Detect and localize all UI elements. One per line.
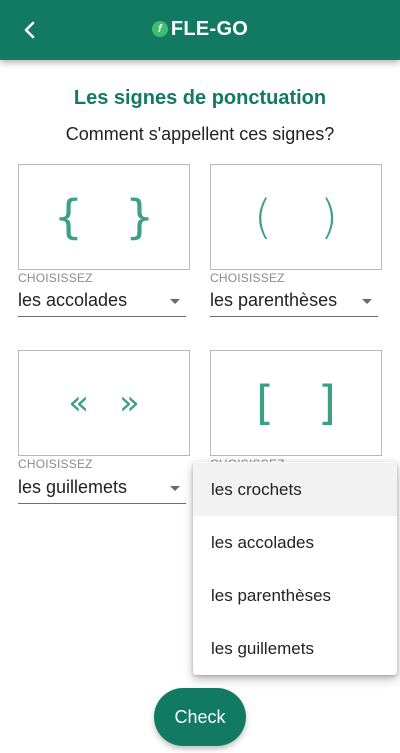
- selected-value: les accolades: [18, 290, 128, 310]
- select-label: CHOISISSEZ: [18, 457, 93, 471]
- question-text: Comment s'appellent ces signes?: [65, 124, 335, 144]
- dropdown-caret-icon: [362, 299, 372, 304]
- dropdown-caret-icon: [170, 486, 180, 491]
- symbol-card-braces: {}: [18, 164, 190, 270]
- select-label: CHOISISSEZ: [210, 271, 285, 285]
- dropdown-option-guillemets[interactable]: les guillemets: [193, 622, 397, 675]
- answer-select-braces[interactable]: les accolades: [18, 287, 186, 317]
- selected-value: les parenthèses: [210, 290, 338, 310]
- page-title: Les signes de ponctuation: [73, 87, 327, 109]
- logo-mark-icon: f: [151, 21, 168, 37]
- dropdown-caret-icon: [170, 299, 180, 304]
- symbol-card-guillemets: «»: [18, 350, 190, 456]
- symbol-card-brackets: []: [210, 350, 382, 456]
- selected-value: les guillemets: [18, 477, 128, 497]
- symbol-card-parentheses: (): [210, 164, 382, 270]
- app-bar: f FLE-GO: [0, 0, 400, 60]
- app-logo: f FLE-GO: [0, 16, 400, 42]
- select-label: CHOISISSEZ: [18, 271, 93, 285]
- answer-dropdown-menu: les crochets les accolades les parenthès…: [193, 462, 397, 675]
- braces-symbol: {}: [53, 190, 197, 244]
- app-logo-text: FLE-GO: [170, 17, 249, 40]
- dropdown-option-crochets[interactable]: les crochets: [193, 463, 397, 516]
- parentheses-symbol: (): [254, 190, 386, 244]
- answer-select-guillemets[interactable]: les guillemets: [18, 474, 186, 504]
- check-button[interactable]: Check: [154, 688, 246, 746]
- dropdown-option-accolades[interactable]: les accolades: [193, 516, 397, 569]
- guillemets-symbol: «»: [68, 383, 170, 423]
- dropdown-option-parentheses[interactable]: les parenthèses: [193, 569, 397, 622]
- answer-select-parentheses[interactable]: les parenthèses: [210, 287, 378, 317]
- brackets-symbol: []: [256, 376, 380, 430]
